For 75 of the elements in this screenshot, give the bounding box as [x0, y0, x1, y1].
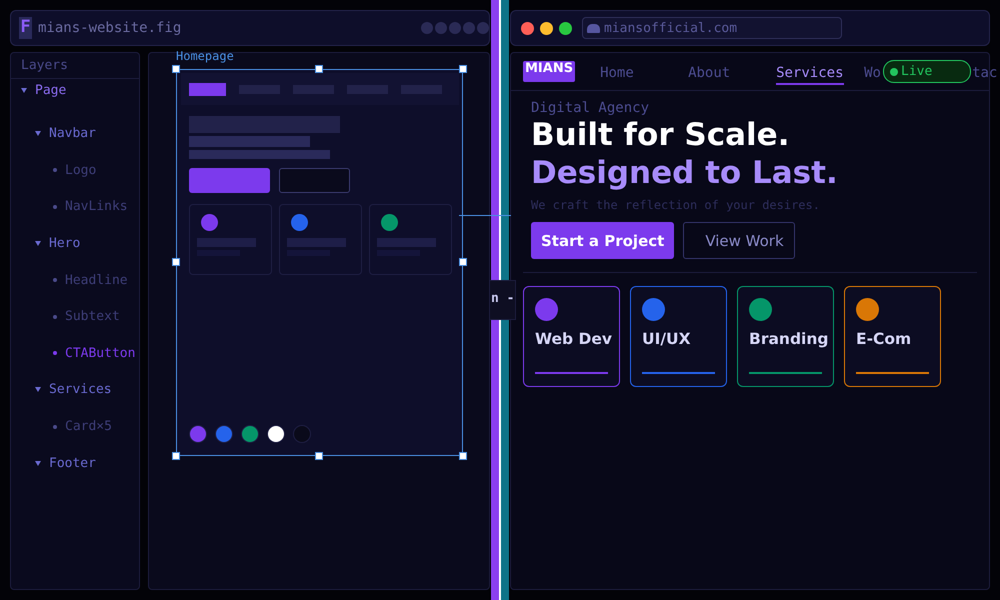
- service-card[interactable]: Web Dev: [523, 286, 620, 387]
- caret-down-icon: [35, 131, 41, 136]
- color-swatch[interactable]: [267, 425, 285, 443]
- window-dot-icon: [449, 22, 461, 34]
- layer-item[interactable]: Page: [11, 80, 139, 100]
- wireframe-button: [279, 168, 350, 193]
- wireframe-link: [401, 84, 442, 94]
- color-swatch[interactable]: [215, 425, 233, 443]
- bullet-icon: [53, 351, 57, 356]
- headline-accent: Designed to Last.: [531, 154, 839, 192]
- frame-label: Homepage: [176, 49, 234, 63]
- split-bar[interactable]: [491, 0, 499, 600]
- color-swatch[interactable]: [189, 425, 207, 443]
- headline: Built for Scale.: [531, 116, 790, 154]
- wireframe-logo: [189, 82, 226, 96]
- layer-item[interactable]: Footer: [11, 444, 139, 482]
- resize-handle[interactable]: [172, 65, 180, 73]
- subtext: We craft the reflection of your desires.: [531, 198, 821, 212]
- bullet-icon: [53, 314, 57, 319]
- app-logo: F: [19, 17, 32, 39]
- layer-item[interactable]: Services: [11, 371, 139, 409]
- resize-handle[interactable]: [315, 452, 323, 460]
- resize-handle[interactable]: [459, 65, 467, 73]
- service-card[interactable]: Branding: [737, 286, 834, 387]
- wireframe-link: [239, 84, 280, 94]
- layer-item[interactable]: CTAButton: [11, 334, 139, 372]
- card-title: UI/UX: [642, 329, 691, 349]
- card-title: Web Dev: [535, 329, 612, 349]
- color-swatch[interactable]: [241, 425, 259, 443]
- window-dot-icon: [435, 22, 447, 34]
- address-bar[interactable]: miansofficial.com: [582, 17, 842, 39]
- card-title: E-Com: [856, 329, 912, 349]
- window-dot-icon: [463, 22, 475, 34]
- bullet-icon: [53, 424, 57, 429]
- bullet-icon: [53, 168, 57, 172]
- nav-link[interactable]: Home: [600, 65, 634, 85]
- split-bar[interactable]: [501, 0, 509, 600]
- layer-item[interactable]: Navbar: [11, 115, 139, 153]
- layer-item[interactable]: Hero: [11, 224, 139, 262]
- view-work-button[interactable]: View Work: [683, 222, 795, 259]
- window-dot-icon: [421, 22, 433, 34]
- resize-handle[interactable]: [172, 452, 180, 460]
- divider-tab[interactable]: n -: [489, 280, 516, 320]
- service-card[interactable]: UI/UX: [630, 286, 727, 387]
- caret-down-icon: [35, 387, 41, 392]
- connector-line: [459, 215, 511, 216]
- eyebrow-text: Digital Agency: [531, 100, 650, 116]
- resize-handle[interactable]: [459, 258, 467, 266]
- caret-down-icon: [35, 460, 41, 466]
- wireframe-link: [293, 84, 334, 94]
- wireframe-link: [347, 84, 388, 94]
- panel-title: Layers: [11, 53, 139, 79]
- start-project-button[interactable]: Start a Project: [531, 222, 674, 259]
- caret-down-icon: [35, 241, 41, 246]
- minimize-icon[interactable]: [540, 22, 553, 34]
- card-title: Branding: [749, 329, 828, 349]
- resize-handle[interactable]: [459, 452, 467, 460]
- nav-link[interactable]: Wo: [864, 65, 881, 85]
- resize-handle[interactable]: [315, 65, 323, 73]
- bullet-icon: [53, 204, 57, 209]
- resize-handle[interactable]: [172, 258, 180, 266]
- file-name: mians-website.fig: [38, 20, 182, 36]
- caret-down-icon: [21, 88, 27, 92]
- status-dot-icon: [890, 68, 898, 76]
- service-card[interactable]: E-Com: [844, 286, 941, 387]
- close-icon[interactable]: [521, 22, 534, 34]
- nav-link[interactable]: Services: [776, 65, 844, 85]
- nav-link[interactable]: About: [688, 65, 730, 85]
- maximize-icon[interactable]: [559, 22, 572, 34]
- lock-icon: [587, 24, 600, 32]
- live-badge: Live: [883, 60, 971, 83]
- color-swatch[interactable]: [293, 425, 311, 443]
- nav-link[interactable]: tac: [972, 65, 998, 85]
- site-logo[interactable]: MIANS: [523, 61, 576, 82]
- bullet-icon: [53, 278, 57, 282]
